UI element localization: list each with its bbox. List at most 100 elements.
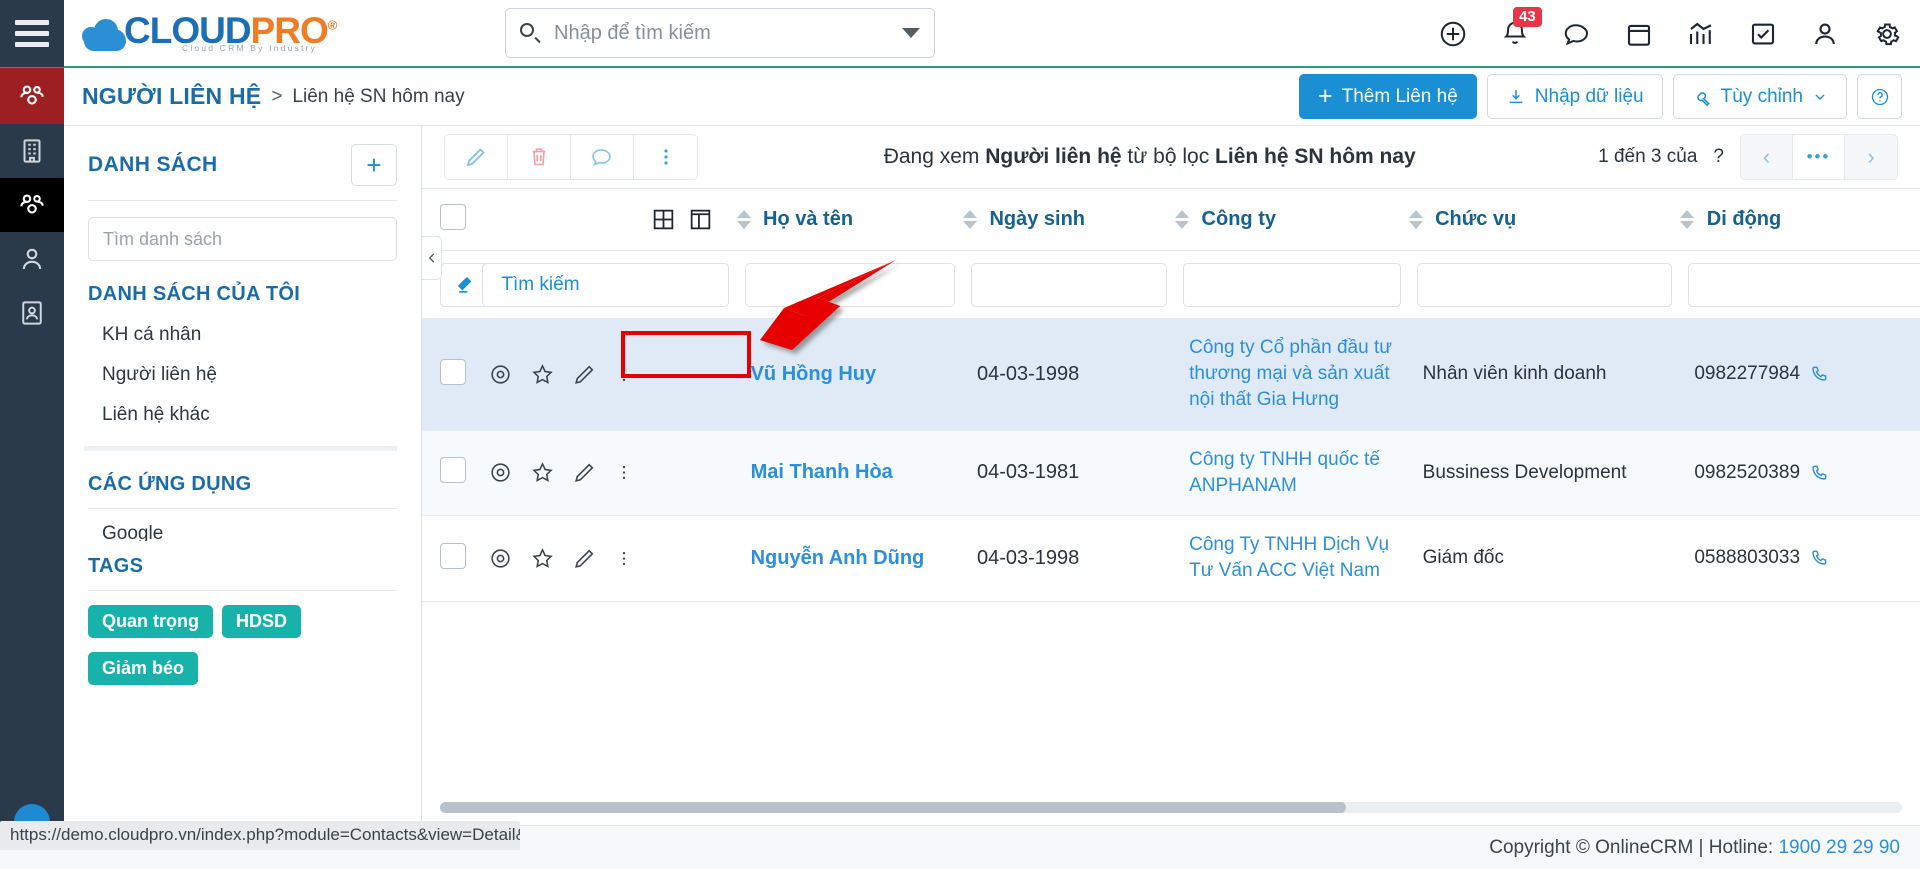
menu-toggle-button[interactable] <box>0 0 64 67</box>
app-logo[interactable]: CLOUDPRO® Cloud CRM By Industry <box>82 12 337 53</box>
rail-item-leads[interactable] <box>0 232 64 286</box>
filter-input-mobile[interactable] <box>1688 262 1920 307</box>
view-icon[interactable] <box>488 460 513 485</box>
filter-search-button[interactable]: Tìm kiếm <box>482 262 729 307</box>
split-view-icon[interactable] <box>688 207 713 232</box>
help-button[interactable] <box>1857 74 1902 119</box>
analytics-icon[interactable] <box>1686 19 1716 49</box>
row-more-icon[interactable] <box>614 460 634 485</box>
star-icon[interactable] <box>530 460 555 485</box>
contact-company-link[interactable]: Công Ty TNHH Dịch Vụ Tư Vấn ACC Việt Nam <box>1189 534 1389 581</box>
add-contact-button[interactable]: + Thêm Liên hệ <box>1298 74 1477 119</box>
chat-icon[interactable] <box>1562 19 1592 49</box>
contact-position: Nhân viên kinh doanh <box>1422 363 1607 385</box>
select-all-checkbox[interactable] <box>440 204 466 230</box>
view-icon[interactable] <box>488 546 513 571</box>
row-checkbox[interactable] <box>440 457 466 484</box>
row-more-icon[interactable] <box>614 546 634 571</box>
rail-item-contacts[interactable] <box>0 178 64 232</box>
add-list-button[interactable]: + <box>351 144 397 186</box>
action-button-group: + Thêm Liên hệ Nhập dữ liệu Tùy chỉnh <box>1298 74 1920 119</box>
column-header-birthday[interactable]: Ngày sinh <box>962 189 1175 251</box>
page-prev-button[interactable]: ‹ <box>1741 135 1793 179</box>
contact-name-link[interactable]: Vũ Hồng Huy <box>751 363 877 385</box>
viewing-middle: từ bộ lọc <box>1127 145 1210 168</box>
edit-row-icon[interactable] <box>572 362 597 387</box>
edit-row-icon[interactable] <box>572 460 597 485</box>
calendar-icon[interactable] <box>1624 19 1654 49</box>
pagination-buttons: ‹ ••• › <box>1740 134 1898 180</box>
filter-input-birthday[interactable] <box>970 262 1168 307</box>
tag-item[interactable]: Giảm béo <box>88 652 199 685</box>
row-checkbox[interactable] <box>440 358 466 385</box>
phone-icon[interactable] <box>1809 548 1829 568</box>
search-input[interactable] <box>554 21 892 45</box>
column-label: Công ty <box>1201 208 1276 230</box>
user-icon[interactable] <box>1810 19 1840 49</box>
contacts-table-container[interactable]: Họ và tên Ngày sinh Công ty Chức vụ Di đ… <box>422 188 1920 825</box>
tag-item[interactable]: Quan trọng <box>88 605 213 638</box>
contact-name-link[interactable]: Mai Thanh Hòa <box>751 461 893 483</box>
table-row[interactable]: Vũ Hồng Huy 04-03-1998 Công ty Cổ phần đ… <box>422 318 1920 431</box>
page-next-button[interactable]: › <box>1845 135 1897 179</box>
filter-input-company[interactable] <box>1183 262 1401 307</box>
hotline-link[interactable]: 1900 29 29 90 <box>1778 837 1900 858</box>
bell-icon[interactable]: 43 <box>1500 7 1542 49</box>
column-header-position[interactable]: Chức vụ <box>1408 189 1681 251</box>
apps-item-clipped[interactable]: Google <box>102 523 397 541</box>
mobile-number: 0982520389 <box>1694 461 1801 483</box>
list-item-other-contacts[interactable]: Liên hệ khác <box>102 404 397 426</box>
rail-item-documents[interactable] <box>0 286 64 340</box>
tag-item[interactable]: HDSD <box>222 605 302 638</box>
table-row[interactable]: Nguyễn Anh Dũng 04-03-1998 Công Ty TNHH … <box>422 516 1920 602</box>
grid-view-icon[interactable] <box>651 207 676 232</box>
page-more-button[interactable]: ••• <box>1793 135 1845 179</box>
row-checkbox[interactable] <box>440 542 466 569</box>
delete-button[interactable] <box>508 135 571 179</box>
list-search-input[interactable] <box>88 217 397 261</box>
import-data-button[interactable]: Nhập dữ liệu <box>1486 74 1663 119</box>
view-icon[interactable] <box>488 362 513 387</box>
edit-row-icon[interactable] <box>572 546 597 571</box>
contact-company-link[interactable]: Công ty TNHH quốc tế ANPHANAM <box>1189 449 1380 496</box>
global-search[interactable] <box>505 8 935 58</box>
contact-company-link[interactable]: Công ty Cổ phần đầu tư thương mại và sản… <box>1189 337 1392 410</box>
sort-icon[interactable] <box>1175 210 1190 229</box>
phone-icon[interactable] <box>1809 463 1829 483</box>
contact-name-link[interactable]: Nguyễn Anh Dũng <box>751 547 925 569</box>
gear-icon[interactable] <box>1872 19 1902 49</box>
column-header-company[interactable]: Công ty <box>1175 189 1409 251</box>
add-circle-icon[interactable] <box>1438 19 1468 49</box>
edit-button[interactable] <box>445 135 508 179</box>
star-icon[interactable] <box>530 546 555 571</box>
column-header-mobile[interactable]: Di động <box>1680 189 1920 251</box>
horizontal-scrollbar[interactable] <box>440 802 1902 813</box>
list-item-contacts[interactable]: Người liên hệ <box>102 364 397 386</box>
column-header-fullname[interactable]: Họ và tên <box>736 189 963 251</box>
chevron-down-icon[interactable] <box>902 28 920 38</box>
hamburger-bar <box>15 41 49 47</box>
sort-icon[interactable] <box>736 210 751 229</box>
help-circle-icon <box>1871 88 1888 105</box>
list-item-personal-customer[interactable]: KH cá nhân <box>102 324 397 346</box>
filter-input-fullname[interactable] <box>744 262 955 307</box>
sort-icon[interactable] <box>1680 210 1695 229</box>
more-actions-button[interactable] <box>634 135 697 179</box>
scrollbar-thumb[interactable] <box>440 802 1347 813</box>
import-icon <box>1509 89 1523 103</box>
header-icon-group: 43 <box>1438 0 1902 68</box>
comment-button[interactable] <box>571 135 634 179</box>
table-row[interactable]: Mai Thanh Hòa 04-03-1981 Công ty TNHH qu… <box>422 430 1920 516</box>
sort-icon[interactable] <box>1408 210 1423 229</box>
viewing-status: Đang xem Người liên hệ từ bộ lọc Liên hệ… <box>884 145 1416 169</box>
rail-item-organizations[interactable] <box>0 124 64 178</box>
rail-item-contacts-group[interactable] <box>0 68 64 124</box>
row-more-icon[interactable] <box>614 362 634 387</box>
sort-icon[interactable] <box>962 210 977 229</box>
collapse-panel-button[interactable] <box>422 236 442 280</box>
phone-icon[interactable] <box>1809 364 1829 384</box>
task-icon[interactable] <box>1748 19 1778 49</box>
customize-button[interactable]: Tùy chỉnh <box>1672 74 1847 119</box>
filter-input-position[interactable] <box>1416 262 1673 307</box>
star-icon[interactable] <box>530 362 555 387</box>
